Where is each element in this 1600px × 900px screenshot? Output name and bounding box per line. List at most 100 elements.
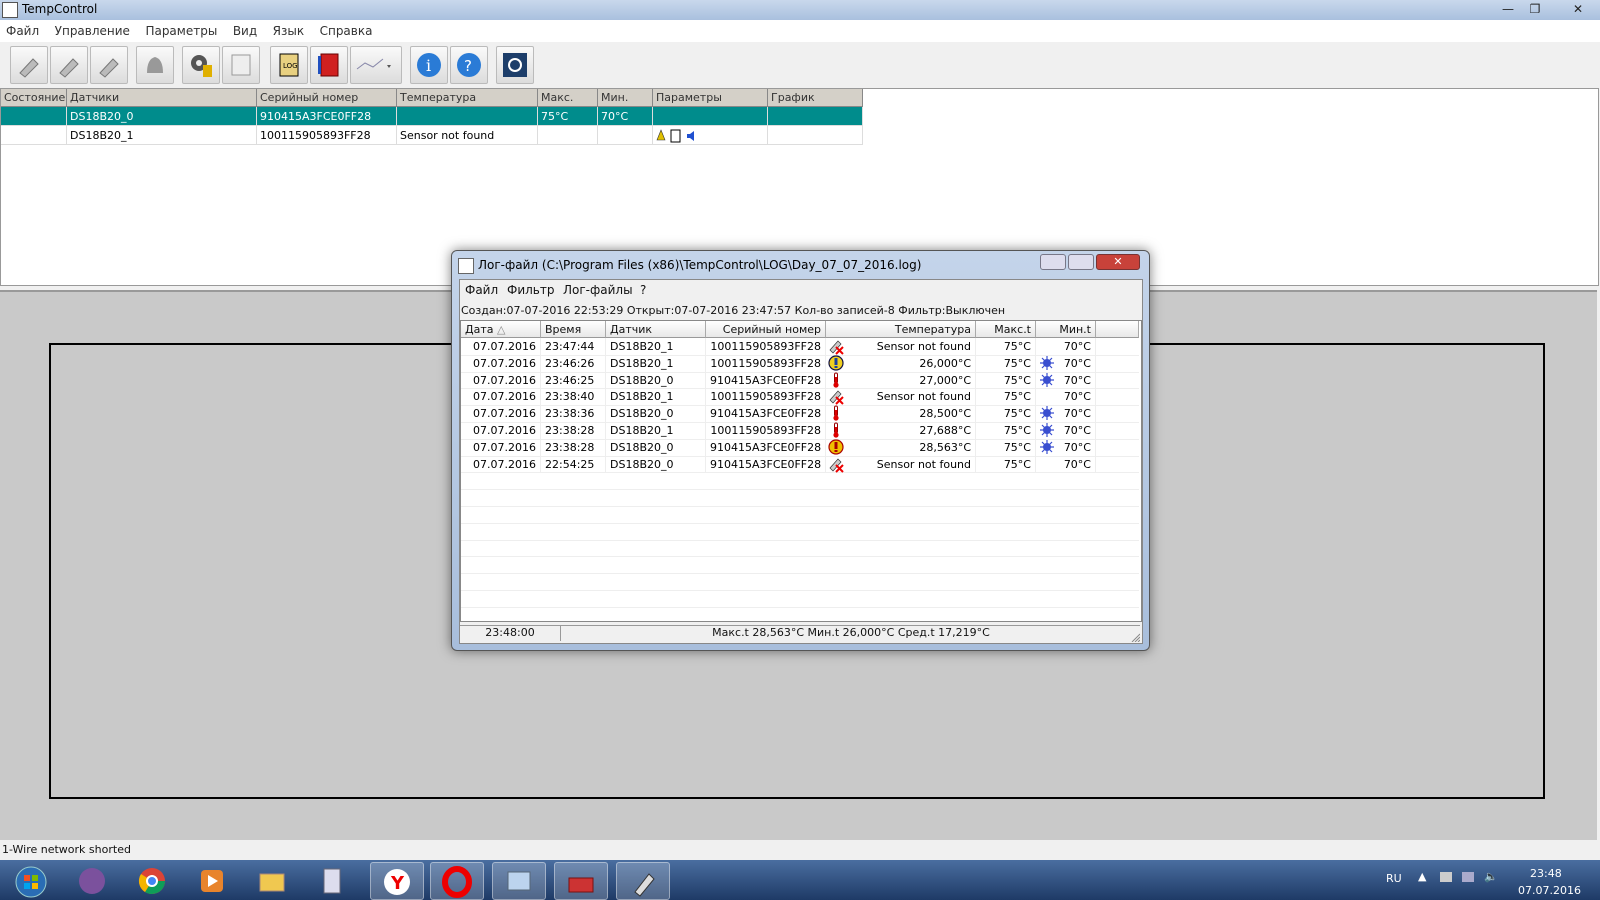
log-cell-serial[interactable]: 100115905893FF28: [706, 354, 826, 372]
log-cell-sensor[interactable]: DS18B20_1: [606, 388, 706, 406]
table-cell-params[interactable]: [653, 126, 768, 145]
log-col-max[interactable]: Макс.t: [976, 321, 1036, 338]
main-title-bar[interactable]: [0, 0, 1600, 20]
log-cell-date[interactable]: 07.07.2016: [461, 438, 541, 456]
media-player-icon[interactable]: [186, 862, 238, 898]
log-menu-help[interactable]: ?: [640, 283, 646, 297]
log-cell-time[interactable]: 23:38:28: [541, 438, 606, 456]
opera-icon[interactable]: [430, 862, 484, 900]
col-params[interactable]: Параметры: [653, 89, 768, 107]
menu-parameters[interactable]: Параметры: [139, 20, 223, 38]
log-cell-temp[interactable]: Sensor not found: [846, 455, 976, 473]
col-sensors[interactable]: Датчики: [67, 89, 257, 107]
help-icon[interactable]: ?: [450, 46, 488, 84]
menu-control[interactable]: Управление: [49, 20, 136, 38]
log-cell-temp[interactable]: 28,563°C: [846, 438, 976, 456]
log-cell-temp[interactable]: 27,688°C: [846, 422, 976, 439]
table-cell-serial[interactable]: 100115905893FF28: [257, 126, 397, 145]
toolbox-icon[interactable]: [554, 862, 608, 900]
sensor-remove-icon[interactable]: [90, 46, 128, 84]
log-maximize-icon[interactable]: [1068, 254, 1094, 270]
log-cell-sensor[interactable]: DS18B20_1: [606, 422, 706, 439]
log-close-icon[interactable]: ✕: [1096, 254, 1140, 270]
menu-file[interactable]: Файл: [0, 20, 45, 38]
menu-language[interactable]: Язык: [267, 20, 310, 38]
table-cell-max[interactable]: 75°C: [538, 107, 598, 126]
menu-view[interactable]: Вид: [227, 20, 263, 38]
table-cell-graph[interactable]: [768, 126, 863, 145]
log-cell-time[interactable]: 23:46:26: [541, 354, 606, 372]
clock-date[interactable]: 07.07.2016: [1518, 884, 1581, 897]
minimize-icon[interactable]: —: [1495, 0, 1521, 18]
log-cell-time[interactable]: 23:47:44: [541, 338, 606, 355]
log-col-sensor[interactable]: Датчик: [606, 321, 706, 338]
log-cell-min[interactable]: 70°C: [1036, 455, 1096, 473]
col-graph[interactable]: График: [768, 89, 863, 107]
table-cell-name[interactable]: DS18B20_0: [67, 107, 257, 126]
table-cell-temp[interactable]: Sensor not found: [397, 126, 538, 145]
sensor-search-icon[interactable]: [10, 46, 48, 84]
power-icon[interactable]: [496, 46, 534, 84]
table-cell-graph[interactable]: [768, 107, 863, 126]
show-hidden-icons-icon[interactable]: ▲: [1418, 870, 1426, 883]
log-menu-filter[interactable]: Фильтр: [507, 283, 554, 297]
log-cell-temp[interactable]: Sensor not found: [846, 388, 976, 406]
log-cell-max[interactable]: 75°C: [976, 354, 1036, 372]
log-cell-date[interactable]: 07.07.2016: [461, 455, 541, 473]
log-cell-serial[interactable]: 100115905893FF28: [706, 422, 826, 439]
log-menu-logfiles[interactable]: Лог-файлы: [563, 283, 633, 297]
edit-note-icon[interactable]: [222, 46, 260, 84]
log-cell-serial[interactable]: 910415A3FCE0FF28: [706, 371, 826, 389]
log-cell-date[interactable]: 07.07.2016: [461, 422, 541, 439]
table-cell-state[interactable]: [1, 107, 67, 126]
table-cell-max[interactable]: [538, 126, 598, 145]
alarm-bell-icon[interactable]: [136, 46, 174, 84]
log-cell-date[interactable]: 07.07.2016: [461, 371, 541, 389]
log-cell-max[interactable]: 75°C: [976, 371, 1036, 389]
network-icon[interactable]: [1462, 872, 1474, 882]
log-cell-min[interactable]: 70°C: [1036, 388, 1096, 406]
close-icon[interactable]: ✕: [1565, 0, 1591, 18]
log-cell-sensor[interactable]: DS18B20_0: [606, 371, 706, 389]
col-min[interactable]: Мин.: [598, 89, 653, 107]
info-icon[interactable]: i: [410, 46, 448, 84]
tempcontrol-icon[interactable]: [616, 862, 670, 900]
table-cell-params[interactable]: [653, 107, 768, 126]
log-cell-time[interactable]: 23:38:28: [541, 422, 606, 439]
log-col-serial[interactable]: Серийный номер: [706, 321, 826, 338]
log-cell-max[interactable]: 75°C: [976, 405, 1036, 423]
log-cell-max[interactable]: 75°C: [976, 422, 1036, 439]
log-cell-serial[interactable]: 910415A3FCE0FF28: [706, 455, 826, 473]
log-cell-date[interactable]: 07.07.2016: [461, 388, 541, 406]
log-cell-serial[interactable]: 100115905893FF28: [706, 338, 826, 355]
log-cell-serial[interactable]: 100115905893FF28: [706, 388, 826, 406]
log-col-time[interactable]: Время: [541, 321, 606, 338]
log-minimize-icon[interactable]: [1040, 254, 1066, 270]
log-cell-max[interactable]: 75°C: [976, 455, 1036, 473]
clock-time[interactable]: 23:48: [1530, 867, 1562, 880]
log-cell-serial[interactable]: 910415A3FCE0FF28: [706, 405, 826, 423]
log-cell-sensor[interactable]: DS18B20_0: [606, 455, 706, 473]
log-cell-time[interactable]: 23:38:36: [541, 405, 606, 423]
log-cell-sensor[interactable]: DS18B20_1: [606, 338, 706, 355]
table-cell-state[interactable]: [1, 126, 67, 145]
col-state[interactable]: Состояние: [1, 89, 67, 107]
log-cell-time[interactable]: 23:38:40: [541, 388, 606, 406]
table-cell-serial[interactable]: 910415A3FCE0FF28: [257, 107, 397, 126]
resize-grip-icon[interactable]: [1130, 632, 1141, 643]
chart-dropdown-icon[interactable]: [350, 46, 402, 84]
sensor-add-icon[interactable]: [50, 46, 88, 84]
table-cell-name[interactable]: DS18B20_1: [67, 126, 257, 145]
log-cell-max[interactable]: 75°C: [976, 438, 1036, 456]
maximize-icon[interactable]: ❐: [1522, 0, 1548, 18]
log-cell-serial[interactable]: 910415A3FCE0FF28: [706, 438, 826, 456]
table-cell-min[interactable]: [598, 126, 653, 145]
log-cell-min[interactable]: 70°C: [1036, 338, 1096, 355]
chrome-icon[interactable]: [126, 862, 178, 898]
red-book-icon[interactable]: [310, 46, 348, 84]
log-cell-sensor[interactable]: DS18B20_0: [606, 405, 706, 423]
start-orb-icon[interactable]: [4, 862, 56, 898]
log-cell-temp[interactable]: 28,500°C: [846, 405, 976, 423]
yandex-browser-icon[interactable]: Y: [370, 862, 424, 900]
log-cell-temp[interactable]: 26,000°C: [846, 354, 976, 372]
